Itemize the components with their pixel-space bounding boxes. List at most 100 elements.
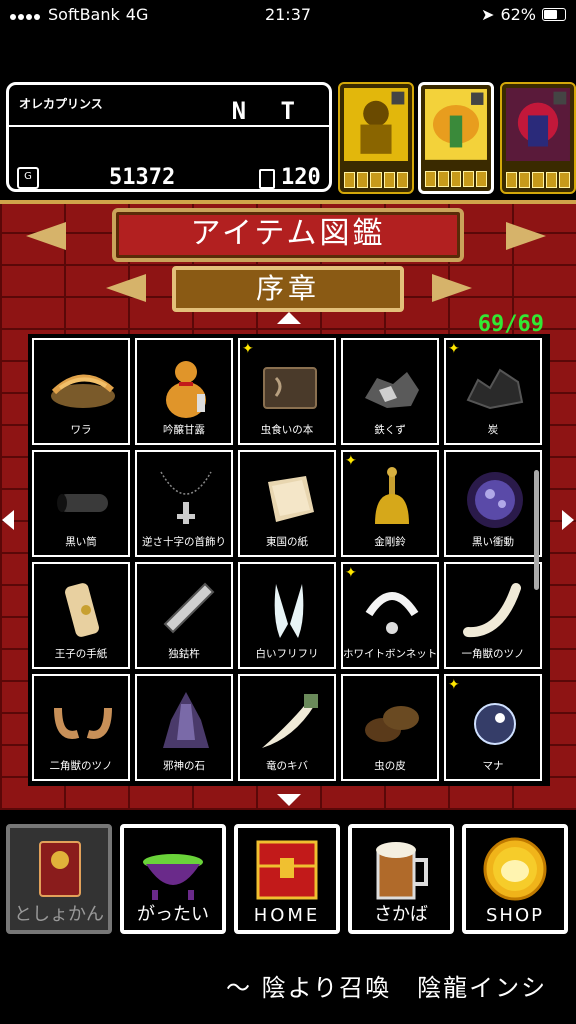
new-star-icon: ✦ (345, 565, 357, 581)
item-name: 白いフリフリ (255, 648, 319, 660)
player-panel: オレカプリンス N T G 51372 120 (6, 82, 332, 192)
item-name: ホワイトボンネット (343, 648, 438, 660)
item-name: 鉄くず (374, 424, 406, 436)
nav-label: としょかん (14, 904, 104, 925)
item-name: 二角獣のツノ (49, 760, 113, 772)
nav-fusion-button[interactable]: がったい (120, 824, 226, 934)
mana-orb-icon (474, 703, 516, 745)
book-icon (39, 841, 81, 897)
bonnet-icon (365, 592, 419, 634)
necklace-icon (160, 471, 212, 524)
card-stars (344, 172, 409, 188)
crystal-icon (163, 692, 209, 748)
page-right-icon[interactable] (562, 510, 574, 530)
item-cell[interactable]: 鉄くず (341, 338, 439, 445)
book-icon (263, 367, 317, 409)
item-name: 王子の手紙 (54, 648, 108, 660)
item-name: 独鈷杵 (168, 648, 200, 660)
item-cell[interactable]: 邪神の石 (135, 674, 233, 781)
status-bar: SoftBank 4G 21:37 ➤ 62% (0, 0, 576, 30)
location-icon: ➤ (481, 5, 495, 24)
dark-knight-art (506, 88, 570, 162)
item-name: マナ (482, 760, 504, 772)
item-cell[interactable]: 独鈷杵 (135, 562, 233, 669)
party-card-1[interactable] (338, 82, 414, 194)
item-cell[interactable]: 逆さ十字の首飾り (135, 450, 233, 557)
bell-icon (375, 467, 409, 524)
cauldron-icon (143, 854, 203, 900)
item-cell[interactable]: ✦ 金剛鈴 (341, 450, 439, 557)
item-cell[interactable]: ✦ マナ (444, 674, 542, 781)
scrap-iron-icon (365, 372, 419, 408)
bug-shell-icon (365, 706, 419, 742)
ribbon-icon (274, 584, 304, 638)
item-cell[interactable]: ワラ (32, 338, 130, 445)
new-star-icon: ✦ (448, 341, 460, 357)
scrollbar[interactable] (534, 470, 539, 590)
item-cell[interactable]: 二角獣のツノ (32, 674, 130, 781)
item-cell[interactable]: 東国の紙 (238, 450, 336, 557)
party-card-2[interactable] (418, 82, 494, 194)
item-name: 黒い衝動 (472, 536, 514, 548)
item-cell[interactable]: ✦ 虫食いの本 (238, 338, 336, 445)
nav-library-button[interactable]: としょかん (6, 824, 112, 934)
coin-icon (483, 837, 547, 901)
next-category-arrow[interactable] (506, 222, 546, 250)
item-cell[interactable]: 白いフリフリ (238, 562, 336, 669)
item-name: 金剛鈴 (374, 536, 406, 548)
card-count: 120 (281, 165, 321, 190)
party-card-3[interactable] (500, 82, 576, 194)
item-cell[interactable]: 竜のキバ (238, 674, 336, 781)
nav-tavern-button[interactable]: さかば (348, 824, 454, 934)
charcoal-icon (466, 368, 524, 410)
news-ticker: ～ 陰より召喚 陰龍インシ (226, 974, 548, 1002)
prev-chapter-arrow[interactable] (106, 274, 146, 302)
item-name: 竜のキバ (266, 760, 308, 772)
card-stars (506, 172, 571, 188)
item-cell[interactable]: 虫の皮 (341, 674, 439, 781)
scroll-up-icon[interactable] (277, 312, 301, 324)
dark-orb-icon (467, 472, 523, 528)
nav-shop-button[interactable]: SHOP (462, 824, 568, 934)
gold-bag-icon: G (17, 167, 39, 189)
item-cell[interactable]: 黒い衝動 (444, 450, 542, 557)
golden-warrior-art (344, 88, 408, 162)
bottom-nav: としょかん がったい HOME さかば SHOP (0, 814, 576, 940)
item-name: 東国の紙 (266, 536, 308, 548)
page-title: アイテム図鑑 (112, 208, 464, 262)
letter-icon (65, 583, 99, 637)
item-name: 虫の皮 (374, 760, 406, 772)
page-left-icon[interactable] (2, 510, 14, 530)
item-name: 炭 (487, 424, 499, 436)
nav-label: SHOP (486, 905, 544, 926)
scroll-down-icon[interactable] (277, 794, 301, 806)
item-name: 虫食いの本 (260, 424, 314, 436)
treasure-chest-icon (256, 840, 318, 900)
next-chapter-arrow[interactable] (432, 274, 472, 302)
nav-label: がったい (137, 904, 209, 925)
item-cell[interactable]: 黒い筒 (32, 450, 130, 557)
item-cell[interactable]: 王子の手紙 (32, 562, 130, 669)
twin-horns-icon (54, 707, 112, 739)
fang-icon (262, 694, 318, 748)
item-name: 邪神の石 (163, 760, 205, 772)
item-cell[interactable]: ✦ ホワイトボンネット (341, 562, 439, 669)
gold-amount: 51372 (109, 165, 176, 190)
item-name: 逆さ十字の首飾り (142, 536, 226, 548)
player-tag: N T (231, 97, 305, 125)
beer-mug-icon (376, 842, 428, 900)
item-cell[interactable]: ✦ 炭 (444, 338, 542, 445)
horn-icon (463, 583, 521, 638)
card-icon (259, 169, 275, 189)
item-cell[interactable]: 吟醸甘露 (135, 338, 233, 445)
black-tube-icon (57, 494, 108, 512)
vajra-icon (163, 582, 215, 634)
card-stars (425, 171, 487, 187)
divider (9, 125, 329, 127)
nav-home-button[interactable]: HOME (234, 824, 340, 934)
gourd-icon (166, 361, 206, 418)
battery-percent: 62% (500, 5, 536, 24)
prev-category-arrow[interactable] (26, 222, 66, 250)
item-cell[interactable]: 一角獣のツノ (444, 562, 542, 669)
item-name: 吟醸甘露 (163, 424, 205, 436)
